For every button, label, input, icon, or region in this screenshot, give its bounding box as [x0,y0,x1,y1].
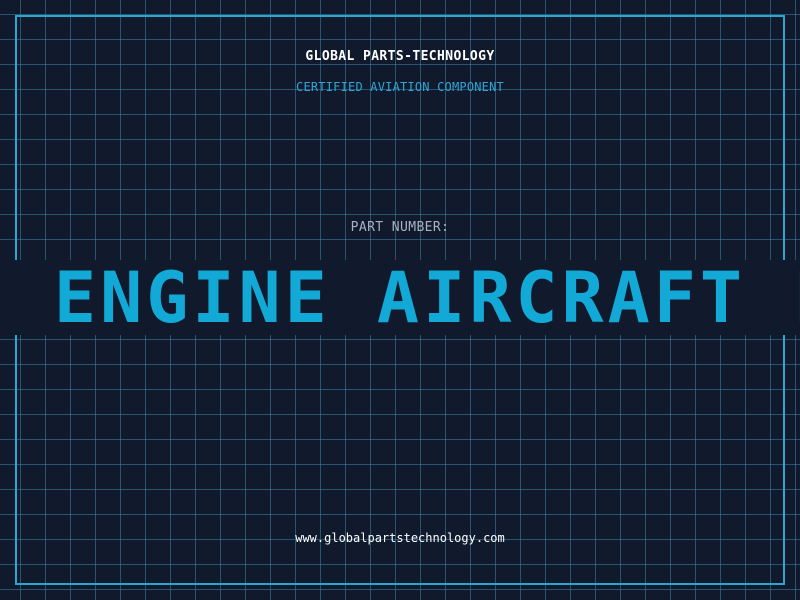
brand-name: GLOBAL PARTS-TECHNOLOGY [305,49,495,64]
part-number-band: N ENGINE AIRCRAFT L [0,260,800,335]
website-link[interactable]: www.globalpartstechnology.com [0,531,800,545]
part-number-label: PART NUMBER: [350,220,450,235]
part-number-value: N ENGINE AIRCRAFT L [0,260,800,335]
certification-tagline: CERTIFIED AVIATION COMPONENT [296,80,504,94]
